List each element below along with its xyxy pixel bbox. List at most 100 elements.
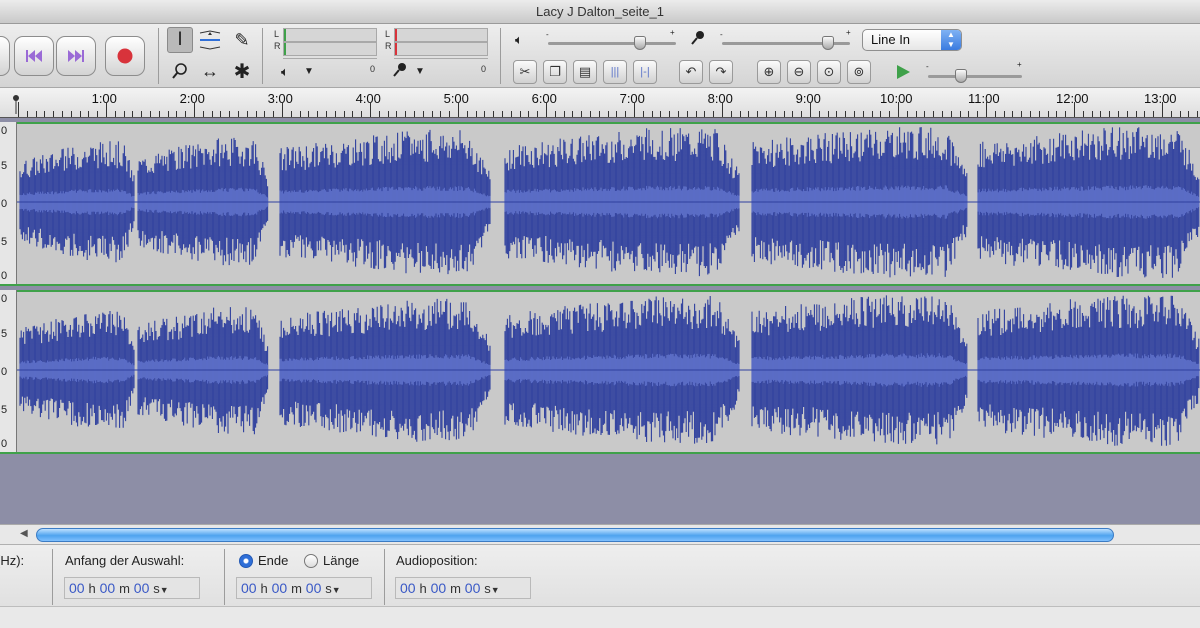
trim-button[interactable]: ||| [603,60,627,84]
zoom-in-button[interactable]: ⊕ [757,60,781,84]
play-at-speed-button[interactable] [891,60,915,84]
audio-track-left[interactable]: 0 5 0 5 0 [0,122,1200,286]
ruler-time-label: 6:00 [531,91,557,106]
input-meter-menu-icon[interactable]: ▼ [415,66,425,77]
ruler-tick [326,111,327,117]
scroll-left-icon[interactable]: ◀ [20,528,28,539]
output-volume-icon: 🔈︎ [515,32,523,47]
ruler-tick [458,102,459,117]
record-icon [117,48,133,64]
output-meter-menu-icon[interactable]: ▼ [304,66,314,77]
zoom-tool-button[interactable] [167,58,193,84]
ruler-tick [273,111,275,117]
ruler-tick [299,111,301,117]
ruler-tick [836,111,838,117]
ruler-tick [62,111,63,117]
multi-tool-button[interactable]: ✱ [229,58,255,84]
selection-start-field[interactable]: 00 h 00 m 00 s▼ [64,577,200,599]
record-button[interactable] [105,36,145,76]
ruler-tick [1188,111,1190,117]
project-rate-label: (Hz): [0,553,25,568]
silence-icon: |-| [640,66,650,78]
length-radio[interactable] [304,554,318,568]
input-volume-slider[interactable] [822,36,835,50]
play-speed-slider[interactable] [954,69,967,83]
ruler-tick [1056,111,1058,117]
ruler-tick [123,111,125,117]
ruler-tick [475,111,477,117]
audio-position-field[interactable]: 00 h 00 m 00 s▼ [395,577,531,599]
selection-tool-button[interactable]: I [167,27,193,53]
ruler-tick [106,102,107,117]
cut-button[interactable]: ✂ [513,60,537,84]
output-meter-r-label: R [274,41,281,51]
time-shift-tool-button[interactable]: ↔ [197,58,223,84]
ruler-tick [132,111,134,117]
undo-button[interactable]: ↶ [679,60,703,84]
output-volume-slider[interactable] [634,36,647,50]
scale-label: 0 [1,438,8,450]
scale-label: 0 [1,125,8,137]
fit-selection-button[interactable]: ⊙ [817,60,841,84]
draw-tool-button[interactable]: ✎ [229,27,255,53]
ruler-tick [352,111,354,117]
ruler-tick [880,111,882,117]
speaker-icon: 🔈︎ [281,64,289,79]
ruler-tick [1135,111,1137,117]
ruler-tick [431,111,433,117]
scrollbar-thumb[interactable] [36,528,1114,542]
fit-project-button[interactable]: ⊚ [847,60,871,84]
skip-to-end-button[interactable] [56,36,96,76]
end-radio[interactable] [239,554,253,568]
ruler-tick [634,102,635,117]
horizontal-scrollbar[interactable]: ◀ [0,524,1200,544]
ruler-time-label: 10:00 [880,91,913,106]
ruler-tick [713,111,715,117]
input-meter-l-label: L [385,29,391,39]
separator [158,28,159,84]
ruler-tick [924,111,926,117]
input-source-select[interactable]: Line In ▲ ▼ [862,29,962,51]
window-title: Lacy J Dalton_seite_1 [536,4,664,19]
scale-label: 0 [1,270,8,282]
ruler-tick [1038,111,1040,117]
scale-label: 5 [1,328,8,340]
envelope-tool-button[interactable] [197,27,223,53]
ruler-tick [370,102,371,117]
ruler-tick [871,111,873,117]
output-meter-left [283,28,377,42]
input-meter-left [394,28,488,42]
ruler-tick [801,111,803,117]
paste-button[interactable]: ▤ [573,60,597,84]
silence-button[interactable]: |-| [633,60,657,84]
zoom-out-button[interactable]: ⊖ [787,60,811,84]
audio-track-right[interactable]: 0 5 0 5 0 [0,290,1200,454]
ruler-tick [651,111,653,117]
ruler-tick [757,111,759,117]
ruler-tick [616,111,618,117]
selection-end-field[interactable]: 00 h 00 m 00 s▼ [236,577,372,599]
ruler-tick [986,102,987,117]
audio-position-label: Audioposition: [396,553,478,568]
ruler-tick [950,111,952,117]
track-area[interactable]: 0 5 0 5 0 0 5 0 5 0 [0,118,1200,528]
redo-button[interactable]: ↷ [709,60,733,84]
timeline-ruler[interactable]: 1:00 2:00 3:00 4:00 5:00 6:00 7:00 8:00 9:00 10:0… [0,88,1200,118]
copy-button[interactable]: ❐ [543,60,567,84]
skip-to-start-button[interactable] [14,36,54,76]
skip-end-icon [68,50,84,62]
ruler-tick [264,111,266,117]
double-arrow-icon: ↔ [201,60,219,81]
ruler-tick [774,111,776,117]
ruler-tick [730,111,732,117]
play-head-marker-icon [12,92,20,114]
magnifier-icon [172,63,187,79]
ruler-tick [1100,111,1102,117]
fit-project-icon: ⊚ [853,64,865,79]
ruler-tick [827,111,829,117]
scale-label: 5 [1,160,8,172]
ruler-tick [977,111,979,117]
stop-button[interactable] [0,36,10,76]
skip-start-icon [26,50,42,62]
ruler-time-label: 8:00 [707,91,733,106]
